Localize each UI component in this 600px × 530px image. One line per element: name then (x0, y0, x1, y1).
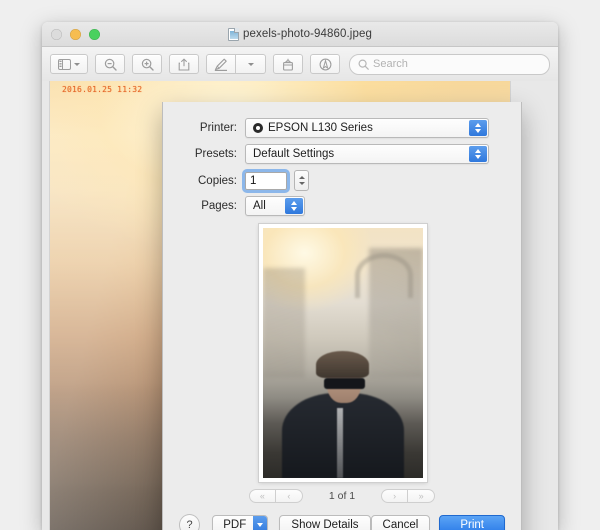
stepper-down-icon[interactable] (298, 182, 305, 185)
page-nav-forward-group: › » (381, 489, 436, 503)
window-title: pexels-photo-94860.jpeg (243, 28, 372, 40)
rotate-icon (283, 58, 293, 71)
pdf-button-label: PDF (223, 519, 247, 530)
print-preview-image (263, 228, 423, 478)
page-navigation: « ‹ 1 of 1 › » (163, 488, 521, 504)
annotate-button[interactable] (310, 54, 340, 74)
printer-value: EPSON L130 Series (268, 122, 373, 134)
copies-label: Copies: (198, 174, 237, 187)
photo-timestamp-overlay: 2016.01.25 11:32 (62, 85, 143, 94)
zoom-in-icon (141, 58, 154, 71)
markup-pen-icon (214, 58, 227, 71)
next-page-button[interactable]: › (381, 489, 409, 503)
copies-value: 1 (250, 174, 257, 187)
preview-window: pexels-photo-94860.jpeg Search 2016.01.2… (42, 22, 558, 530)
copies-row: Copies: 1 (163, 168, 521, 193)
previous-page-button[interactable]: ‹ (275, 489, 303, 503)
markup-options-button[interactable] (236, 54, 266, 74)
cancel-button[interactable]: Cancel (370, 515, 431, 530)
printer-status-icon (253, 123, 263, 133)
printer-label: Printer: (199, 122, 237, 134)
chevron-down-icon (74, 62, 80, 66)
share-button[interactable] (169, 54, 199, 74)
pages-value: All (253, 200, 266, 212)
presets-value: Default Settings (253, 148, 335, 160)
copies-input[interactable]: 1 (242, 168, 290, 193)
page-nav-back-group: « ‹ (248, 489, 303, 503)
popup-arrows-icon (469, 146, 487, 162)
pages-row: Pages: All (163, 196, 521, 216)
presets-label: Presets: (194, 148, 237, 160)
pdf-popup-button[interactable]: PDF (212, 515, 269, 530)
annotate-icon (319, 58, 331, 70)
popup-arrows-icon (469, 120, 487, 136)
image-document-icon (228, 27, 240, 41)
first-page-button[interactable]: « (248, 489, 276, 503)
search-icon (358, 58, 369, 70)
copies-stepper[interactable] (294, 170, 309, 191)
window-toolbar: Search (42, 47, 558, 82)
zoom-out-button[interactable] (95, 54, 125, 74)
chevron-down-icon[interactable] (253, 516, 268, 530)
print-dialog-buttons: ? PDF Show Details Cancel Print (163, 514, 521, 530)
markup-segmented-control (206, 54, 266, 74)
print-dialog: Printer: EPSON L130 Series Presets: Defa… (162, 102, 522, 530)
sidebar-toggle-icon (58, 58, 71, 70)
print-button[interactable]: Print (439, 515, 505, 530)
pages-popup-button[interactable]: All (245, 196, 305, 216)
popup-arrows-icon (285, 198, 303, 214)
window-titlebar[interactable]: pexels-photo-94860.jpeg (42, 22, 558, 47)
page-indicator: 1 of 1 (328, 490, 356, 502)
window-title-group: pexels-photo-94860.jpeg (42, 22, 558, 46)
zoom-out-icon (104, 58, 117, 71)
chevron-down-icon (247, 62, 254, 66)
last-page-button[interactable]: » (408, 489, 436, 503)
presets-popup-button[interactable]: Default Settings (245, 144, 489, 164)
rotate-button[interactable] (273, 54, 303, 74)
pages-label: Pages: (201, 200, 237, 212)
zoom-in-button[interactable] (132, 54, 162, 74)
show-details-button[interactable]: Show Details (279, 515, 371, 530)
printer-row: Printer: EPSON L130 Series (163, 118, 521, 138)
search-placeholder: Search (373, 58, 408, 70)
markup-button[interactable] (206, 54, 236, 74)
search-input[interactable]: Search (349, 53, 550, 75)
help-button[interactable]: ? (179, 514, 201, 530)
presets-row: Presets: Default Settings (163, 144, 521, 164)
printer-popup-button[interactable]: EPSON L130 Series (245, 118, 489, 138)
sidebar-toggle-button[interactable] (50, 54, 88, 74)
stepper-up-icon[interactable] (298, 176, 305, 179)
share-icon (178, 58, 190, 71)
print-preview (259, 224, 427, 482)
